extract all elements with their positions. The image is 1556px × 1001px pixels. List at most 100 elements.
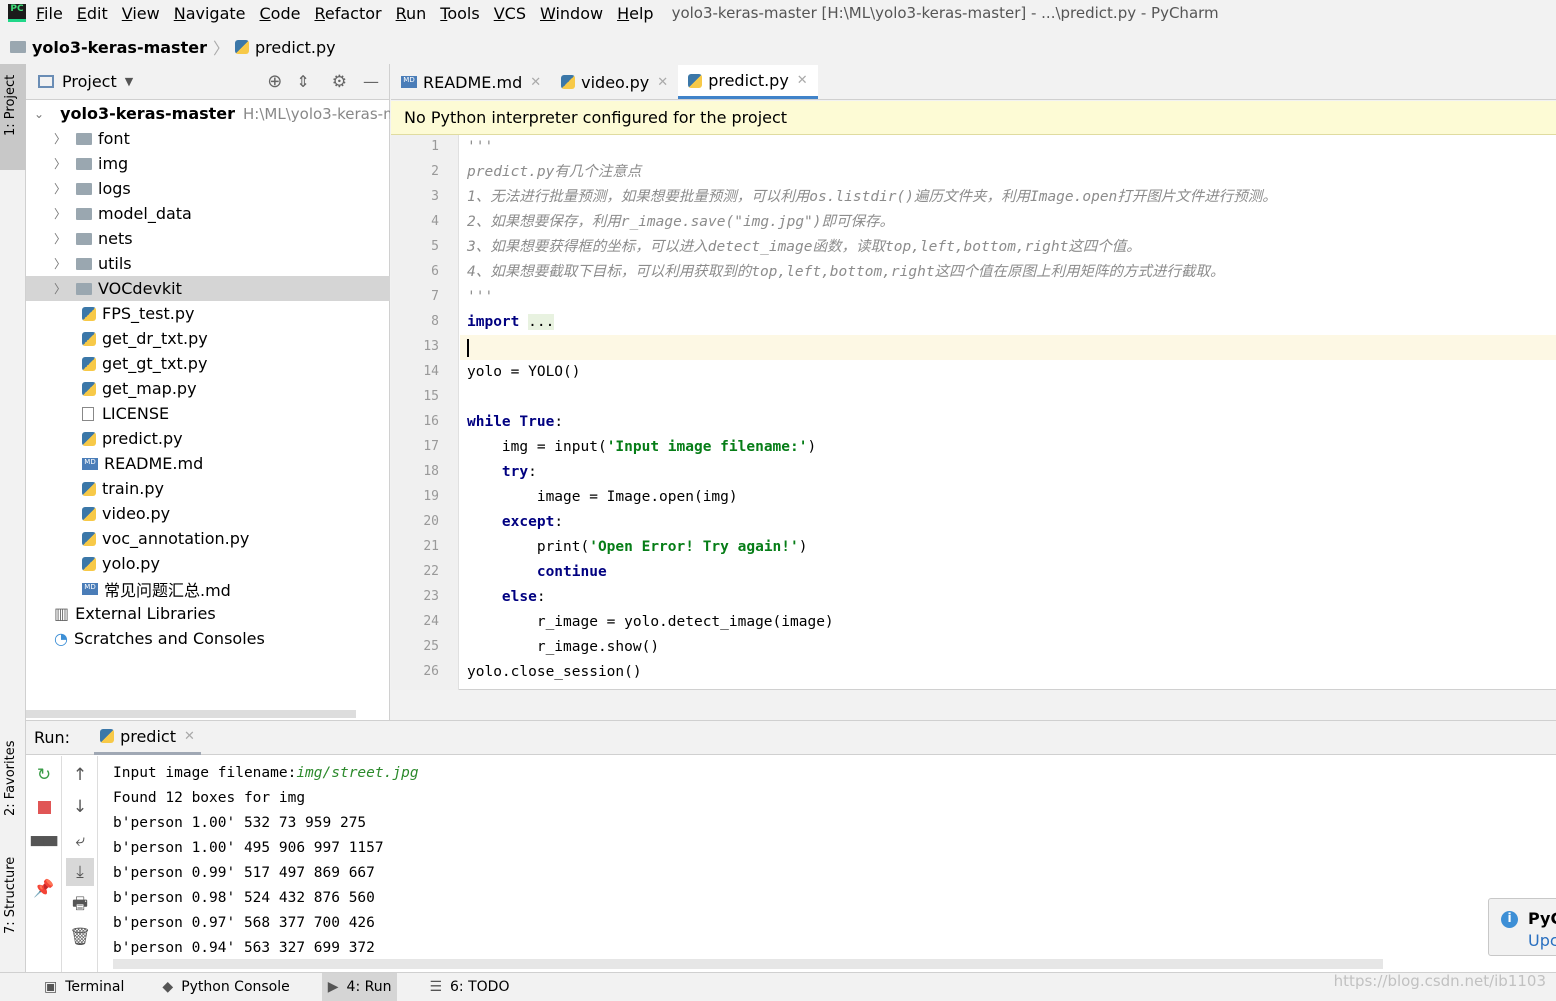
code-line[interactable]: try:: [467, 460, 537, 485]
close-icon[interactable]: ✕: [797, 73, 808, 88]
trash-icon[interactable]: 🗑: [66, 923, 94, 951]
notification-link[interactable]: Upc: [1528, 931, 1556, 950]
chevron-right-icon[interactable]: 〉: [54, 255, 66, 272]
tree-item[interactable]: voc_annotation.py: [26, 526, 390, 551]
project-view-selector[interactable]: Project: [62, 72, 117, 91]
toolwindow-python-console[interactable]: ◆ Python Console: [156, 973, 295, 1001]
menu-tools[interactable]: Tools: [440, 4, 479, 23]
close-icon[interactable]: ✕: [530, 75, 541, 90]
print-icon[interactable]: 🖶: [66, 891, 94, 919]
scroll-to-end-icon[interactable]: ⤓: [66, 858, 94, 886]
code-line[interactable]: r_image.show(): [467, 635, 659, 660]
code-line[interactable]: else:: [467, 585, 546, 610]
code-line[interactable]: predict.py有几个注意点: [467, 160, 641, 185]
root-path: H:\ML\yolo3-keras-ma: [243, 104, 390, 123]
toolwindow--todo[interactable]: ☰ 6: TODO: [423, 973, 515, 1001]
tree-item[interactable]: LICENSE: [26, 401, 390, 426]
tree-item[interactable]: 〉 utils: [26, 251, 390, 276]
project-tool-label[interactable]: 1: Project: [3, 75, 18, 136]
tree-item[interactable]: get_dr_txt.py: [26, 326, 390, 351]
soft-wrap-icon[interactable]: ⤶: [66, 827, 94, 855]
close-icon[interactable]: ✕: [184, 729, 195, 744]
stop-icon[interactable]: [30, 793, 58, 821]
code-editor[interactable]: 1 2 3 4 5 6 7 8 13 14 15 16 17 18 19 20 21 22 23 24 25 26 '''…: [391, 135, 1556, 690]
arrow-down-icon[interactable]: ↓: [66, 793, 94, 821]
tree-item[interactable]: get_map.py: [26, 376, 390, 401]
code-line[interactable]: continue: [467, 560, 607, 585]
code-line[interactable]: r_image = yolo.detect_image(image): [467, 610, 834, 635]
tree-item[interactable]: yolo.py: [26, 551, 390, 576]
tree-item[interactable]: train.py: [26, 476, 390, 501]
code-line[interactable]: ''': [467, 285, 493, 310]
tree-item[interactable]: 〉 img: [26, 151, 390, 176]
chevron-down-icon[interactable]: ▼: [125, 75, 133, 88]
chevron-right-icon[interactable]: 〉: [54, 130, 66, 147]
tree-item[interactable]: get_gt_txt.py: [26, 351, 390, 376]
tree-item[interactable]: video.py: [26, 501, 390, 526]
editor-tab[interactable]: predict.py ✕: [678, 65, 818, 99]
pin-icon[interactable]: 📌: [30, 875, 58, 903]
toolwindow--run[interactable]: ▶ 4: Run: [321, 972, 398, 1001]
code-line[interactable]: except:: [467, 510, 563, 535]
tree-item[interactable]: 〉 model_data: [26, 201, 390, 226]
code-line[interactable]: 3、如果想要获得框的坐标，可以进入detect_image函数，读取top,le…: [467, 235, 1141, 260]
rerun-icon[interactable]: ↻: [30, 761, 58, 789]
close-icon[interactable]: ✕: [657, 75, 668, 90]
breadcrumb-project[interactable]: yolo3-keras-master: [32, 38, 207, 57]
menu-edit[interactable]: Edit: [77, 4, 108, 23]
tree-item[interactable]: MD 常见问题汇总.md: [26, 576, 390, 601]
code-line[interactable]: ''': [467, 135, 493, 160]
tree-extra-item[interactable]: ▥ External Libraries: [26, 601, 390, 626]
tree-item[interactable]: 〉 nets: [26, 226, 390, 251]
tree-item[interactable]: predict.py: [26, 426, 390, 451]
tree-item[interactable]: 〉 logs: [26, 176, 390, 201]
toolwindow-terminal[interactable]: ▣ Terminal: [38, 973, 130, 1001]
locate-icon[interactable]: ⊕: [267, 71, 282, 92]
code-line[interactable]: image = Image.open(img): [467, 485, 738, 510]
menu-file[interactable]: File: [36, 4, 63, 23]
hide-icon[interactable]: —: [363, 72, 379, 91]
structure-tool-label[interactable]: 7: Structure: [3, 857, 18, 934]
tree-item[interactable]: 〉 font: [26, 126, 390, 151]
chevron-right-icon[interactable]: 〉: [54, 230, 66, 247]
arrow-up-icon[interactable]: ↑: [66, 761, 94, 789]
chevron-down-icon[interactable]: ⌄: [34, 107, 44, 121]
menu-view[interactable]: View: [122, 4, 160, 23]
code-line[interactable]: img = input('Input image filename:'): [467, 435, 816, 460]
gear-icon[interactable]: ⚙: [332, 72, 347, 92]
run-tab-predict[interactable]: predict ✕: [94, 721, 201, 755]
tree-item[interactable]: FPS_test.py: [26, 301, 390, 326]
breadcrumb-file[interactable]: predict.py: [255, 38, 336, 57]
chevron-right-icon[interactable]: 〉: [54, 180, 66, 197]
menu-help[interactable]: Help: [617, 4, 653, 23]
menu-code[interactable]: Code: [260, 4, 301, 23]
tree-root[interactable]: ⌄ yolo3-keras-master H:\ML\yolo3-keras-ma: [26, 101, 390, 126]
chevron-right-icon[interactable]: 〉: [54, 280, 66, 297]
menu-refactor[interactable]: Refactor: [314, 4, 381, 23]
editor-tab[interactable]: video.py ✕: [551, 65, 678, 99]
menu-vcs[interactable]: VCS: [494, 4, 526, 23]
tree-extra-item[interactable]: ◔ Scratches and Consoles: [26, 626, 390, 651]
code-line[interactable]: yolo = YOLO(): [467, 360, 581, 385]
chevron-right-icon[interactable]: 〉: [54, 205, 66, 222]
tree-item[interactable]: 〉 VOCdevkit: [26, 276, 390, 301]
code-line[interactable]: yolo.close_session(): [467, 660, 642, 685]
code-line[interactable]: 4、如果想要截取下目标，可以利用获取到的top,left,bottom,righ…: [467, 260, 1225, 285]
code-line[interactable]: 1、无法进行批量预测，如果想要批量预测，可以利用os.listdir()遍历文件…: [467, 185, 1277, 210]
code-line[interactable]: while True:: [467, 410, 563, 435]
layout-icon[interactable]: ▀▀: [30, 833, 58, 861]
notification-popup[interactable]: i PyC Upc: [1488, 898, 1556, 956]
chevron-right-icon[interactable]: 〉: [54, 155, 66, 172]
menu-run[interactable]: Run: [396, 4, 427, 23]
favorites-tool-label[interactable]: 2: Favorites: [3, 740, 18, 816]
tree-item[interactable]: MD README.md: [26, 451, 390, 476]
console-scrollbar[interactable]: [113, 959, 1383, 969]
horizontal-scrollbar[interactable]: [26, 710, 356, 718]
code-line[interactable]: print('Open Error! Try again!'): [467, 535, 808, 560]
code-line[interactable]: 2、如果想要保存，利用r_image.save("img.jpg")即可保存。: [467, 210, 894, 235]
collapse-all-icon[interactable]: ⇕: [296, 72, 309, 91]
code-line[interactable]: import ...: [467, 310, 555, 335]
editor-tab[interactable]: MD README.md ✕: [391, 65, 551, 99]
menu-navigate[interactable]: Navigate: [174, 4, 246, 23]
menu-window[interactable]: Window: [540, 4, 603, 23]
